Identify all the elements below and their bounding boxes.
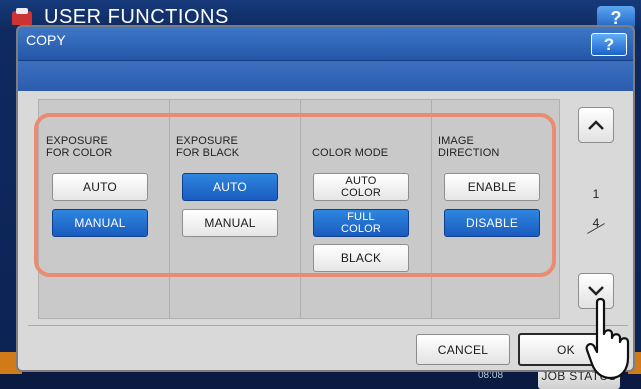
- button-label: BLACK: [340, 251, 382, 265]
- column-label: COLOR MODE: [312, 147, 389, 159]
- page-navigator: 1 4: [568, 99, 628, 319]
- button-label: ENABLE: [467, 180, 517, 194]
- color-mode-auto-color-button[interactable]: AUTO COLOR: [313, 173, 409, 201]
- button-label: DISABLE: [465, 216, 519, 230]
- settings-area: EXPOSURE FOR COLOR AUTO MANUAL EXPOSURE …: [28, 99, 628, 319]
- button-label: MANUAL: [74, 216, 126, 230]
- exposure-color-auto-button[interactable]: AUTO: [52, 173, 148, 201]
- column-exposure-for-black: EXPOSURE FOR BLACK: [176, 135, 296, 161]
- button-label: AUTO COLOR: [340, 175, 382, 199]
- button-label: FULL COLOR: [340, 211, 382, 235]
- button-label: AUTO: [213, 180, 247, 194]
- dialog-subheader: [18, 61, 633, 91]
- column-label: EXPOSURE FOR BLACK: [176, 135, 240, 159]
- column-image-direction: IMAGE DIRECTION: [438, 135, 558, 161]
- exposure-color-manual-button[interactable]: MANUAL: [52, 209, 148, 237]
- footer-divider: [28, 325, 628, 326]
- dialog-title-bar: COPY ?: [18, 27, 633, 61]
- total-pages: 4: [592, 216, 600, 230]
- copy-dialog: COPY ? EXPOSURE FOR COLOR AUTO MANUAL EX…: [16, 25, 635, 372]
- image-direction-enable-button[interactable]: ENABLE: [444, 173, 540, 201]
- button-label: AUTO: [83, 180, 117, 194]
- column-exposure-for-color: EXPOSURE FOR COLOR: [46, 135, 166, 161]
- chevron-up-icon: [588, 120, 604, 130]
- printer-logo-icon: [10, 7, 36, 27]
- image-direction-disable-button[interactable]: DISABLE: [444, 209, 540, 237]
- cancel-button[interactable]: CANCEL: [416, 334, 510, 365]
- exposure-black-auto-button[interactable]: AUTO: [182, 173, 278, 201]
- color-mode-full-color-button[interactable]: FULL COLOR: [313, 209, 409, 237]
- color-mode-black-button[interactable]: BLACK: [313, 244, 409, 272]
- button-label: OK: [557, 342, 575, 357]
- screen: USER FUNCTIONS ? 08:08 JOB STATUS COPY ?…: [0, 0, 641, 389]
- dialog-help-button[interactable]: ?: [591, 33, 627, 56]
- dialog-title: COPY: [26, 32, 66, 48]
- button-label: CANCEL: [437, 342, 489, 357]
- hand-pointer-icon: [585, 297, 630, 380]
- column-label: EXPOSURE FOR COLOR: [46, 135, 113, 159]
- column-label: IMAGE DIRECTION: [438, 135, 500, 159]
- page-up-button[interactable]: [578, 107, 614, 143]
- exposure-black-manual-button[interactable]: MANUAL: [182, 209, 278, 237]
- button-label: MANUAL: [204, 216, 256, 230]
- column-color-mode: COLOR MODE: [312, 147, 432, 173]
- current-page: 1: [592, 187, 600, 201]
